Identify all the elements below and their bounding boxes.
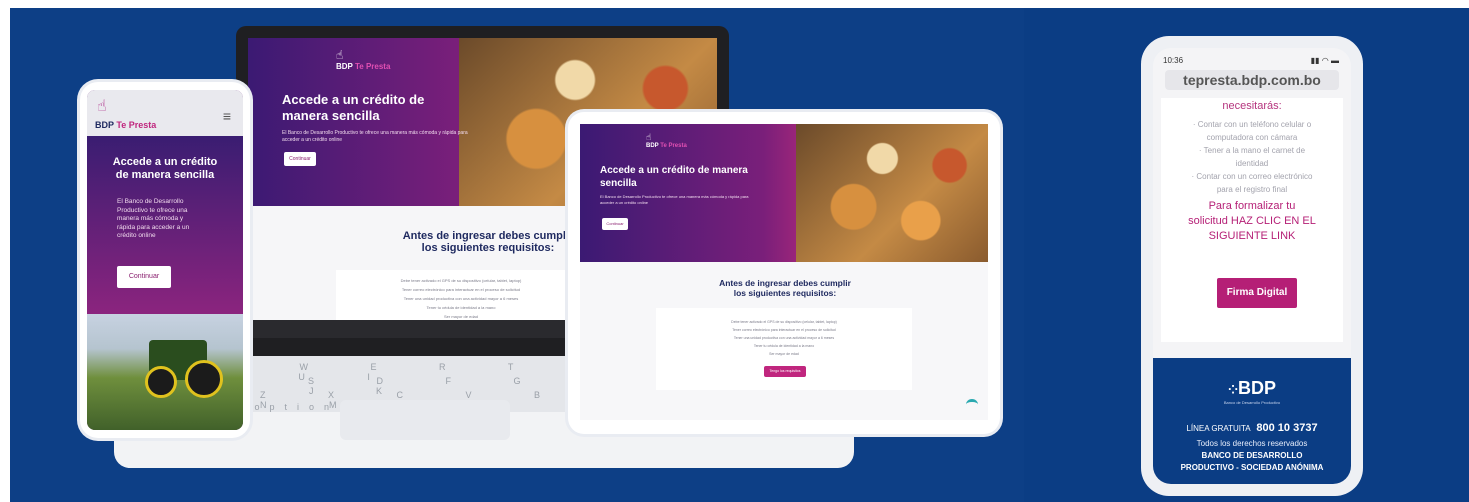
- firma-digital-button[interactable]: Firma Digital: [1217, 278, 1297, 308]
- logo-te-presta: Te Presta: [116, 120, 157, 130]
- address-bar[interactable]: tepresta.bdp.com.bo: [1165, 70, 1339, 90]
- text-line: manera más cómoda y: [117, 215, 184, 222]
- requirement-item: Tener correo electrónico para interactua…: [732, 328, 836, 332]
- requirements-title: Antes de ingresar debes cumplir los sigu…: [388, 230, 588, 254]
- requirements-title-line: Antes de ingresar debes cumplir: [719, 278, 851, 288]
- text-line: crédito online: [117, 232, 156, 239]
- phone-left: ☝ BDP Te Presta ≡ Accede a un crédito de…: [80, 82, 250, 438]
- have-requirements-button[interactable]: Tengo los requisitos: [764, 366, 806, 377]
- footer-logo: ⁘BDP: [1153, 378, 1351, 399]
- text-line: Productivo te ofrece una: [117, 206, 188, 214]
- mobile-hero-title: Accede a un crédito de manera sencilla: [87, 156, 243, 182]
- cta-line: solicitud HAZ CLIC EN EL: [1188, 215, 1316, 227]
- requirement-item: Debe tener activado el GPS de su disposi…: [731, 320, 837, 324]
- hero-title: Accede a un crédito de manera sencilla: [282, 92, 425, 123]
- status-time: 10:36: [1163, 56, 1184, 65]
- linea-gratuita: LÍNEA GRATUITA 800 10 3737: [1153, 422, 1351, 434]
- requirements-title-line: Antes de ingresar debes cumplir: [402, 230, 574, 242]
- requirement-item: Ser mayor de edad: [769, 352, 799, 356]
- continue-button[interactable]: Continuar: [284, 152, 316, 166]
- bdp-cursor-icon: ☝: [646, 132, 652, 142]
- phone-right-screen: 10:36 ▮▮ ◠ ▬ tepresta.bdp.com.bo necesit…: [1153, 48, 1351, 484]
- phone-right: 10:36 ▮▮ ◠ ▬ tepresta.bdp.com.bo necesit…: [1141, 36, 1363, 496]
- logo[interactable]: ☝ BDP Te Presta: [646, 132, 687, 149]
- text-line: rápida para acceder a un: [117, 223, 190, 231]
- hero-title: Accede a un crédito de manera sencilla: [600, 165, 748, 189]
- linea-label: LÍNEA GRATUITA: [1186, 424, 1251, 433]
- hamburger-menu-icon[interactable]: ≡: [223, 108, 231, 124]
- requirement-line: · Contar con un correo electrónico: [1191, 172, 1313, 181]
- continue-button[interactable]: Continuar: [602, 218, 628, 230]
- hero-banner: ☝ BDP Te Presta Accede a un crédito de m…: [580, 124, 988, 262]
- cta-line: SIGUIENTE LINK: [1208, 230, 1296, 242]
- requirement-item: Tener una unidad productiva con una acti…: [403, 296, 519, 301]
- tractor-wheel: [185, 360, 223, 398]
- hero-text: El Banco de Desarrollo Productivo te ofr…: [282, 130, 468, 143]
- requirements-card: necesitarás: · Contar con un teléfono ce…: [1161, 98, 1343, 342]
- tablet-webpage: ☝ BDP Te Presta Accede a un crédito de m…: [580, 124, 988, 420]
- title-line: de manera sencilla: [115, 169, 215, 181]
- mobile-hero: Accede a un crédito de manera sencilla E…: [87, 136, 243, 314]
- rights-text: Todos los derechos reservados: [1196, 439, 1308, 448]
- mobile-hero-text: El Banco de Desarrollo Productivo te ofr…: [117, 198, 227, 241]
- trackpad: [340, 400, 510, 440]
- requirements-title-line: los siguientes requisitos:: [733, 288, 837, 298]
- requirements-title: Antes de ingresar debes cumplir los sigu…: [690, 278, 880, 298]
- cta-line: Para formalizar tu: [1208, 200, 1296, 212]
- requirement-item: Tener correo electrónico para interactua…: [401, 287, 521, 292]
- mobile-logo[interactable]: BDP Te Presta: [95, 120, 156, 130]
- logo-te-presta: Te Presta: [354, 62, 391, 71]
- hero-photo: [796, 124, 988, 262]
- linea-number: 800 10 3737: [1256, 422, 1318, 434]
- logo[interactable]: ☝ BDP Te Presta: [336, 48, 390, 71]
- chat-widget-icon[interactable]: [966, 399, 978, 410]
- requirements-title-line: los siguientes requisitos:: [421, 242, 555, 254]
- company-name-line: BANCO DE DESARROLLO: [1201, 451, 1303, 460]
- tablet: ☝ BDP Te Presta Accede a un crédito de m…: [568, 112, 1000, 434]
- requirement-item: Debe tener activado el GPS de su disposi…: [400, 278, 522, 283]
- requirement-line: para el registro final: [1216, 185, 1288, 194]
- phone-left-screen: ☝ BDP Te Presta ≡ Accede a un crédito de…: [87, 90, 243, 430]
- requirement-item: Tener tu cédula de identidad a la mano: [426, 305, 496, 310]
- status-icons: ▮▮ ◠ ▬: [1310, 56, 1339, 65]
- logo-bdp: BDP: [336, 62, 353, 71]
- title-line: Accede a un crédito: [112, 156, 218, 168]
- footer-logo-sub: Banco de Desarrollo Productivo: [1223, 400, 1281, 405]
- bdp-dots-icon: ⁘: [1227, 383, 1239, 397]
- text-line: El Banco de Desarrollo: [117, 198, 184, 205]
- requirement-line: identidad: [1235, 159, 1269, 168]
- cursor-logo-icon: ☝: [97, 98, 107, 115]
- top-gap: [1024, 0, 1469, 8]
- requirements-heading: necesitarás:: [1222, 100, 1282, 112]
- company-name-line: PRODUCTIVO - SOCIEDAD ANÓNIMA: [1180, 463, 1324, 472]
- requirement-item: Ser mayor de edad: [443, 314, 479, 319]
- requirement-item: Tener una unidad productiva con una acti…: [733, 336, 835, 340]
- site-footer: ⁘BDP Banco de Desarrollo Productivo LÍNE…: [1153, 358, 1351, 484]
- phone-closeup-panel: 10:36 ▮▮ ◠ ▬ tepresta.bdp.com.bo necesit…: [1024, 8, 1469, 502]
- logo-bdp: BDP: [95, 120, 114, 130]
- mobile-header: ☝ BDP Te Presta ≡: [87, 90, 243, 136]
- bdp-cursor-icon: ☝: [336, 48, 344, 62]
- logo-bdp: BDP: [646, 143, 659, 149]
- continue-button[interactable]: Continuar: [117, 266, 171, 288]
- requirement-line: · Contar con un teléfono celular o: [1192, 120, 1312, 129]
- requirement-line: · Tener a la mano el carnet de: [1198, 146, 1306, 155]
- devices-mockup-panel: Q W E R T Y U I A S D F G H J K Z X C V …: [10, 8, 1024, 502]
- tractor-wheel: [145, 366, 177, 398]
- footer-logo-text: BDP: [1238, 378, 1277, 398]
- requirements-box: Debe tener activado el GPS de su disposi…: [656, 308, 912, 390]
- requirement-line: computadora con cámara: [1206, 133, 1298, 142]
- requirement-item: Tener tu cédula de identidad a la mano: [753, 344, 815, 348]
- hero-text: El Banco de Desarrollo Productivo te ofr…: [600, 194, 749, 205]
- logo-te-presta: Te Presta: [660, 143, 687, 149]
